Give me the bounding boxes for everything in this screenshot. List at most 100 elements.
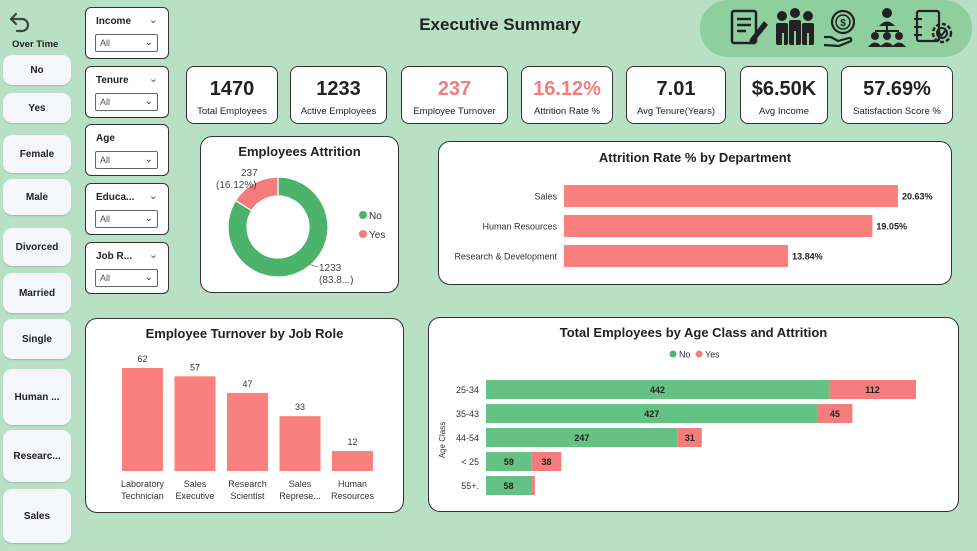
age-select[interactable]: All ⌄ [95, 151, 158, 169]
turnover-by-job-role-chart: 62 Laboratory Technician 57 Sales Executive 47… [121, 354, 375, 501]
kpi-label: Active Employees [300, 106, 377, 117]
value-label: 13.84% [792, 252, 823, 262]
kpi-value: 1470 [209, 78, 255, 100]
filter-tenure: Tenure ⌄ All ⌄ [85, 66, 169, 118]
bar[interactable] [564, 185, 899, 207]
attrition-donut-chart: 237 (16.12%) 1233 (83.8...) No Yes [216, 168, 385, 286]
bar[interactable] [279, 416, 321, 471]
education-select[interactable]: All ⌄ [95, 210, 158, 228]
legend-label-no: No [369, 211, 382, 222]
legend-label-no: No [679, 350, 691, 360]
slicer-marital-single[interactable]: Single [3, 319, 71, 359]
kpi-value: 57.69% [863, 78, 931, 100]
svg-text:$: $ [840, 18, 846, 29]
attrition-by-department-chart: Sales 20.63% Human Resources 19.05% Research… [454, 185, 933, 267]
page-title: Executive Summary [419, 15, 581, 34]
org-chart-icon[interactable] [866, 7, 908, 49]
value-label: 20.63% [902, 192, 933, 202]
chevron-down-icon[interactable]: ⌄ [149, 13, 158, 26]
value-label-yes: 45 [830, 409, 840, 419]
bar[interactable] [564, 215, 873, 237]
category-label: Research & Development [454, 252, 557, 262]
turnover-by-job-role-card: Employee Turnover by Job Role 62 Laborato… [85, 318, 404, 513]
money-hand-icon[interactable]: $ [821, 7, 863, 49]
slicer-attrition-no[interactable]: No [3, 55, 71, 85]
income-select[interactable]: All ⌄ [95, 34, 158, 52]
slicer-dept-research[interactable]: Researc... [3, 430, 71, 482]
bar[interactable] [564, 245, 789, 267]
category-label: Research [228, 479, 267, 489]
kpi-value: 237 [437, 78, 472, 100]
category-label: Sales [184, 479, 207, 489]
bar-yes[interactable] [531, 476, 535, 495]
category-label: Human [338, 479, 367, 489]
filter-income: Income ⌄ All ⌄ [85, 7, 169, 59]
legend-marker-yes [695, 350, 703, 358]
employees-by-age-chart: No Yes Age Class 25-34 442 112 35-43 427 45 44-54… [438, 350, 916, 495]
category-label: Resources [331, 491, 375, 501]
category-label: Represe... [279, 491, 321, 501]
kpi-label: Total Employees [197, 106, 267, 117]
tenure-select[interactable]: All ⌄ [95, 93, 158, 111]
filter-title: Job R... [96, 251, 133, 262]
filter-education: Educa... ⌄ All ⌄ [85, 183, 169, 235]
value-label-no: 442 [650, 385, 665, 395]
job-role-select[interactable]: All ⌄ [95, 269, 158, 287]
slicer-dept-sales[interactable]: Sales [3, 489, 71, 543]
chevron-down-icon[interactable]: ⌄ [149, 189, 158, 202]
y-axis-title: Age Class [438, 422, 447, 458]
kpi-value: 1233 [316, 78, 361, 100]
data-label-no-pct: (83.8...) [319, 275, 353, 286]
kpi-value: 7.01 [656, 78, 696, 100]
category-label: 55+. [461, 481, 479, 491]
dropdown-arrow-icon: ⌄ [144, 213, 153, 224]
category-label: 25-34 [456, 385, 479, 395]
kpi-value: $6.50K [751, 78, 817, 100]
kpi-employee-turnover: 237 Employee Turnover [401, 66, 508, 124]
slicer-attrition-yes[interactable]: Yes [3, 93, 71, 123]
legend-label-yes: Yes [705, 350, 720, 360]
category-label: Technician [121, 491, 164, 501]
slicer-gender-male[interactable]: Male [3, 179, 71, 215]
category-label: Sales [289, 479, 312, 489]
document-edit-icon[interactable] [728, 7, 770, 49]
slicer-dept-human-resources[interactable]: Human ... [3, 369, 71, 425]
bar[interactable] [332, 451, 373, 471]
value-label: 57 [190, 362, 200, 372]
slicer-gender-female[interactable]: Female [3, 135, 71, 173]
value-label-no: 58 [504, 481, 514, 491]
dropdown-arrow-icon: ⌄ [144, 37, 153, 48]
analytics-settings-icon[interactable] [912, 7, 956, 49]
chevron-down-icon[interactable]: ⌄ [149, 248, 158, 261]
dropdown-arrow-icon: ⌄ [144, 154, 153, 165]
slicer-marital-married[interactable]: Married [3, 273, 71, 313]
back-label: Over Time [12, 39, 59, 50]
kpi-label: Employee Turnover [413, 106, 496, 117]
slicer-marital-divorced[interactable]: Divorced [3, 228, 71, 266]
filter-title: Age [96, 133, 115, 144]
value-label: 62 [137, 354, 147, 364]
kpi-active-employees: 1233 Active Employees [290, 66, 387, 124]
kpi-label: Satisfaction Score % [853, 106, 941, 117]
bar[interactable] [122, 368, 163, 471]
attrition-by-department-card: Attrition Rate % by Department Sales 20.6… [438, 141, 952, 285]
employees-by-age-card: Total Employees by Age Class and Attriti… [428, 317, 959, 512]
filter-job-role: Job R... ⌄ All ⌄ [85, 242, 169, 294]
value-label: 47 [242, 379, 252, 389]
kpi-attrition-rate: 16.12% Attrition Rate % [521, 66, 613, 124]
kpi-avg-tenure: 7.01 Avg Tenure(Years) [626, 66, 726, 124]
legend-marker-no [359, 211, 367, 219]
category-label: 35-43 [456, 409, 479, 419]
category-label: Sales [534, 192, 557, 202]
team-icon[interactable] [773, 7, 817, 49]
chevron-down-icon[interactable]: ⌄ [149, 72, 158, 85]
value-label-yes: 112 [865, 385, 880, 395]
value-label-yes: 38 [542, 457, 552, 467]
legend-label-yes: Yes [369, 230, 385, 241]
kpi-avg-income: $6.50K Avg Income [740, 66, 828, 124]
bar[interactable] [174, 376, 216, 471]
back-button[interactable]: Over Time [8, 10, 68, 50]
category-label: 44-54 [456, 433, 479, 443]
value-label-yes: 31 [685, 433, 695, 443]
bar[interactable] [227, 392, 268, 471]
